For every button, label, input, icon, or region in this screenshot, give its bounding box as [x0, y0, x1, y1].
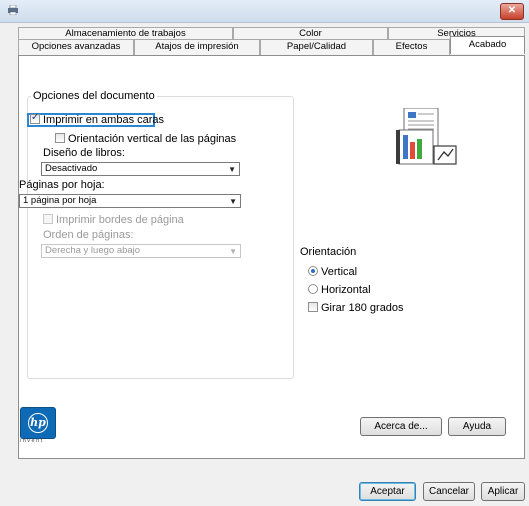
rotate-label: Girar 180 grados: [321, 302, 404, 314]
tab-row-front: Opciones avanzadas Atajos de impresión P…: [18, 36, 525, 55]
flip-pages-checkbox[interactable]: Orientación vertical de las páginas: [55, 133, 236, 145]
cancel-button[interactable]: Cancelar: [423, 482, 475, 501]
title-bar: ✕: [0, 0, 529, 23]
booklet-label: Diseño de libros:: [43, 147, 125, 159]
tab-label: Acabado: [468, 39, 507, 50]
tab-advanced[interactable]: Opciones avanzadas: [18, 39, 134, 55]
checkbox-icon: [55, 133, 65, 143]
chevron-down-icon: ▼: [229, 247, 237, 256]
checkbox-checked-icon: [30, 112, 40, 124]
print-borders-label: Imprimir bordes de página: [56, 214, 184, 226]
radio-checked-icon: [308, 266, 318, 276]
flip-pages-label: Orientación vertical de las páginas: [68, 133, 237, 145]
portrait-label: Vertical: [321, 266, 358, 278]
tab-finishing[interactable]: Acabado: [450, 36, 525, 54]
orientation-label: Orientación: [300, 246, 357, 258]
checkbox-icon: [43, 214, 53, 224]
tab-shortcuts[interactable]: Atajos de impresión: [134, 39, 260, 55]
document-options-label: Opciones del documento: [31, 90, 157, 102]
checkbox-icon: [308, 302, 318, 312]
chevron-down-icon: ▼: [228, 165, 236, 174]
printer-icon: [8, 5, 18, 15]
help-button[interactable]: Ayuda: [448, 417, 506, 436]
ok-button[interactable]: Aceptar: [359, 482, 416, 501]
tab-job-storage[interactable]: Almacenamiento de trabajos: [18, 27, 233, 39]
tab-effects[interactable]: Efectos: [373, 39, 450, 55]
tab-label: Papel/Calidad: [286, 41, 347, 52]
portrait-radio[interactable]: Vertical: [308, 266, 357, 278]
booklet-select[interactable]: Desactivado ▼: [41, 162, 240, 176]
duplex-preview-icon: [396, 108, 457, 165]
pages-per-sheet-value: 1 página por hoja: [23, 195, 97, 206]
booklet-value: Desactivado: [45, 163, 98, 174]
apply-button[interactable]: Aplicar: [481, 482, 525, 501]
hp-logo-mark: hp: [28, 413, 48, 433]
tab-label: Opciones avanzadas: [31, 41, 121, 52]
pages-per-sheet-select[interactable]: 1 página por hoja ▼: [19, 194, 241, 208]
chevron-down-icon: ▼: [229, 197, 237, 206]
finishing-panel: Opciones del documento Imprimir en ambas…: [18, 55, 525, 459]
landscape-label: Horizontal: [321, 284, 371, 296]
radio-icon: [308, 284, 318, 294]
close-button[interactable]: ✕: [500, 3, 524, 20]
page-order-value: Derecha y luego abajo: [45, 245, 141, 256]
rotate-checkbox[interactable]: Girar 180 grados: [308, 302, 404, 314]
tab-color[interactable]: Color: [233, 27, 388, 39]
print-borders-checkbox[interactable]: Imprimir bordes de página: [43, 214, 184, 226]
hp-tagline: invent: [20, 438, 44, 444]
tab-label: Almacenamiento de trabajos: [65, 28, 186, 39]
page-order-label: Orden de páginas:: [43, 229, 134, 241]
pages-per-sheet-label: Páginas por hoja:: [19, 179, 105, 191]
tab-paper-quality[interactable]: Papel/Calidad: [260, 39, 373, 55]
about-button[interactable]: Acerca de...: [360, 417, 442, 436]
hp-logo: hp: [20, 407, 56, 439]
duplex-label: Imprimir en ambas caras: [43, 114, 165, 126]
tab-label: Color: [299, 28, 322, 39]
duplex-checkbox[interactable]: Imprimir en ambas caras: [30, 112, 165, 126]
close-icon: ✕: [507, 5, 517, 16]
page-order-select[interactable]: Derecha y luego abajo ▼: [41, 244, 241, 258]
tab-label: Efectos: [395, 41, 428, 52]
tab-label: Atajos de impresión: [155, 41, 239, 52]
landscape-radio[interactable]: Horizontal: [308, 284, 371, 296]
